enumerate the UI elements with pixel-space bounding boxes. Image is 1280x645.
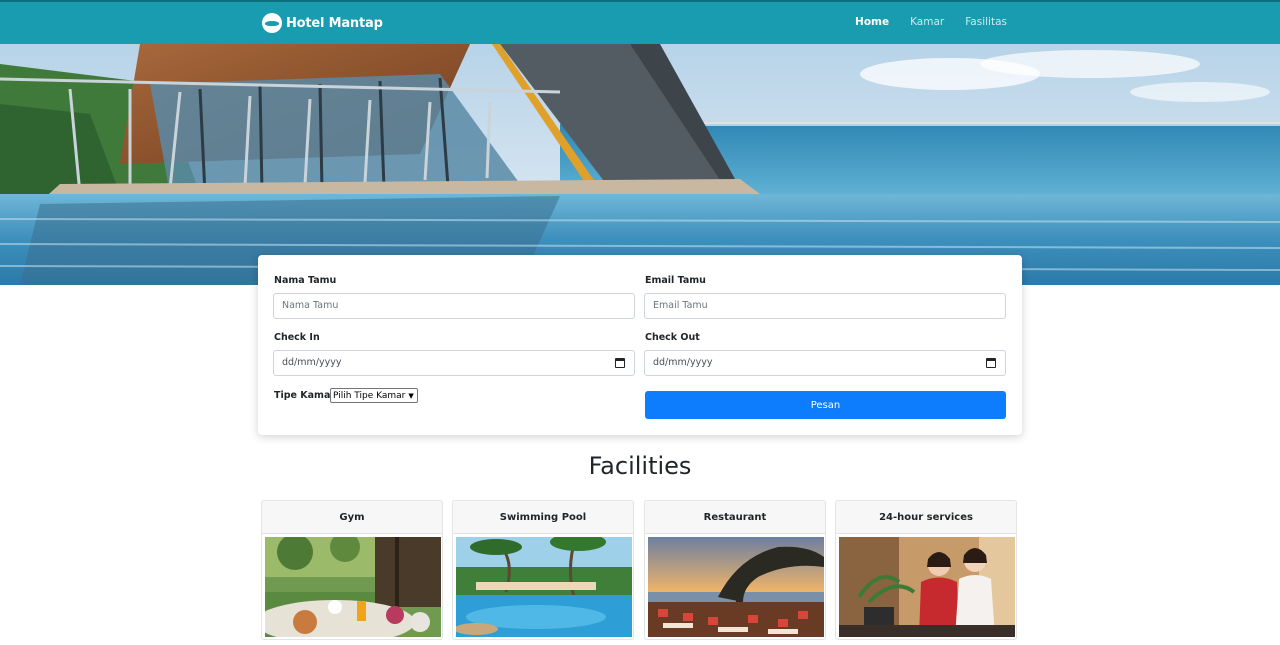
room-type-select[interactable]: Pilih Tipe Kamar ▼ — [330, 388, 418, 403]
24-hour-services-image — [839, 537, 1015, 637]
nav-links: Home Kamar Fasilitas — [855, 16, 1007, 28]
check-in-value: dd/mm/yyyy — [282, 357, 342, 368]
check-out-value: dd/mm/yyyy — [653, 357, 713, 368]
nav-link-home[interactable]: Home — [855, 16, 889, 28]
guest-email-label: Email Tamu — [645, 275, 706, 286]
facility-name: 24-hour services — [836, 501, 1016, 534]
navbar: Hotel Mantap Home Kamar Fasilitas — [0, 0, 1280, 44]
check-out-date-input[interactable]: dd/mm/yyyy — [644, 350, 1006, 376]
hotel-logo-icon — [262, 13, 282, 33]
facility-card-24-hour-services: 24-hour services — [835, 500, 1017, 640]
room-type-label: Tipe Kamar — [274, 390, 336, 401]
guest-name-label: Nama Tamu — [274, 275, 337, 286]
facility-card-gym: Gym — [261, 500, 443, 640]
check-out-label: Check Out — [645, 332, 700, 343]
facility-name: Gym — [262, 501, 442, 534]
nav-link-fasilitas[interactable]: Fasilitas — [965, 16, 1007, 28]
calendar-icon[interactable] — [986, 358, 996, 368]
check-in-date-input[interactable]: dd/mm/yyyy — [273, 350, 635, 376]
chevron-down-icon: ▼ — [408, 391, 414, 400]
swimming-pool-image — [456, 537, 632, 637]
guest-email-input[interactable]: Email Tamu — [644, 293, 1006, 319]
check-in-label: Check In — [274, 332, 320, 343]
calendar-icon[interactable] — [615, 358, 625, 368]
nav-link-kamar[interactable]: Kamar — [910, 16, 944, 28]
book-button[interactable]: Pesan — [645, 391, 1006, 419]
hero-image — [0, 44, 1280, 285]
facility-name: Swimming Pool — [453, 501, 633, 534]
brand-link[interactable]: Hotel Mantap — [262, 10, 383, 36]
restaurant-image — [648, 537, 824, 637]
guest-name-input[interactable]: Nama Tamu — [273, 293, 635, 319]
facility-card-swimming-pool: Swimming Pool — [452, 500, 634, 640]
booking-form: Nama Tamu Nama Tamu Email Tamu Email Tam… — [258, 255, 1022, 435]
facility-card-restaurant: Restaurant — [644, 500, 826, 640]
facilities-title: Facilities — [588, 452, 692, 480]
room-type-selected: Pilih Tipe Kamar — [333, 390, 406, 401]
brand-name: Hotel Mantap — [286, 15, 383, 31]
gym-image — [265, 537, 441, 637]
facility-name: Restaurant — [645, 501, 825, 534]
